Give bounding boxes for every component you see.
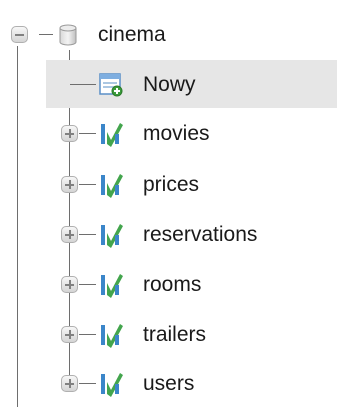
database-name[interactable]: cinema (98, 23, 166, 47)
new-table-icon (99, 73, 123, 97)
table-icon (101, 174, 123, 198)
expand-icon[interactable] (61, 326, 78, 343)
tree-item-table[interactable]: rooms (0, 259, 337, 309)
tree-line-connector (79, 334, 96, 335)
table-name[interactable]: movies (143, 122, 210, 146)
tree-item-table[interactable]: reservations (0, 209, 337, 259)
tree-item-table[interactable]: prices (0, 159, 337, 209)
expand-icon[interactable] (61, 226, 78, 243)
expand-icon[interactable] (61, 125, 78, 142)
navigation-tree: cinema Nowy movies prices reservations r… (0, 0, 337, 407)
tree-item-table[interactable]: trailers (0, 309, 337, 359)
tree-item-new[interactable]: Nowy (0, 59, 337, 109)
database-row[interactable]: cinema (0, 9, 337, 59)
tree-line-connector (79, 184, 96, 185)
expand-icon[interactable] (61, 176, 78, 193)
new-item-label[interactable]: Nowy (143, 73, 196, 97)
expand-icon[interactable] (61, 276, 78, 293)
tree-item-table[interactable]: users (0, 358, 337, 408)
table-icon (101, 324, 123, 348)
table-name[interactable]: trailers (143, 323, 206, 347)
tree-line-connector (79, 234, 96, 235)
table-icon (101, 224, 123, 248)
table-icon (101, 123, 123, 147)
table-icon (101, 373, 123, 397)
collapse-icon[interactable] (11, 26, 28, 43)
database-icon (59, 24, 77, 46)
table-name[interactable]: prices (143, 173, 199, 197)
table-name[interactable]: rooms (143, 273, 201, 297)
tree-line-connector (79, 383, 96, 384)
table-name[interactable]: reservations (143, 223, 257, 247)
tree-line-connector (79, 133, 96, 134)
table-name[interactable]: users (143, 372, 194, 396)
expand-icon[interactable] (61, 375, 78, 392)
tree-line-connector (70, 84, 96, 85)
tree-item-table[interactable]: movies (0, 108, 337, 158)
table-icon (101, 274, 123, 298)
tree-line-connector (79, 284, 96, 285)
